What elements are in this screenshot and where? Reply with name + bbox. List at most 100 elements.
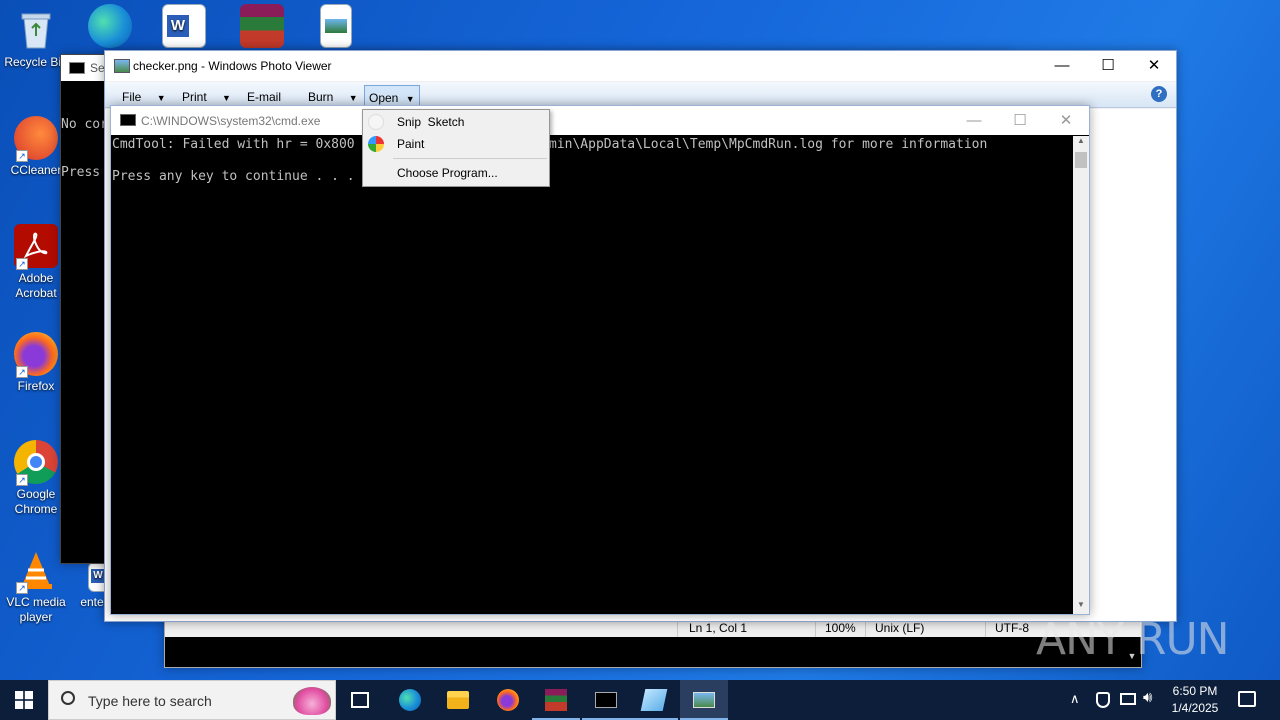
minimize-button[interactable]: — (951, 106, 997, 135)
maximize-button[interactable]: ☐ (997, 106, 1043, 135)
console-line: Press (61, 165, 101, 180)
console-line: Press any key to continue . . . (112, 169, 355, 184)
menu-email[interactable]: E-mail (247, 90, 281, 104)
shortcut-arrow-icon: ↗ (16, 258, 28, 270)
search-icon (61, 691, 75, 705)
clock-date: 1/4/2025 (1171, 701, 1219, 715)
watermark-text: ANY RUN (1036, 614, 1230, 665)
chevron-down-icon: ▼ (348, 93, 358, 103)
select-console-output: No cor Press (61, 85, 108, 213)
search-input[interactable]: Type here to search (88, 693, 212, 709)
desktop-icon-word[interactable]: W (152, 4, 216, 51)
shortcut-arrow-icon: ↗ (16, 150, 28, 162)
firefox-icon: ↗ (14, 332, 58, 378)
desktop-icon-edge[interactable] (78, 4, 142, 51)
task-view-icon (351, 692, 369, 708)
menu-burn[interactable]: Burn ▼ (308, 90, 358, 104)
photo-viewer-icon (693, 692, 715, 708)
console-line: min\AppData\Local\Temp\MpCmdRun.log for … (549, 137, 988, 152)
close-button[interactable]: ✕ (1131, 51, 1177, 81)
chevron-down-icon: ▼ (405, 94, 415, 104)
folder-icon (447, 691, 469, 709)
taskbar-notepad[interactable] (630, 680, 678, 720)
console-line: CmdTool: Failed with hr = 0x800 (112, 137, 355, 152)
console-icon (595, 692, 617, 708)
desktop-icon-label: CCleaner (10, 163, 62, 177)
desktop-icon-label: Google Chrome (14, 487, 58, 516)
scroll-up-arrow-icon[interactable]: ▲ (1073, 136, 1089, 150)
console-line: No cor (61, 117, 108, 132)
cmd-title: C:\WINDOWS\system32\cmd.exe (141, 114, 321, 128)
taskbar: Type here to search ∧ 🔊︎ 6:50 PM 1/4/202… (0, 680, 1280, 720)
image-file-icon (320, 4, 352, 48)
taskbar-cmd[interactable] (582, 680, 630, 720)
network-icon[interactable] (1120, 693, 1136, 705)
notification-icon[interactable] (1238, 691, 1256, 707)
clock-time: 6:50 PM (1172, 684, 1218, 698)
help-icon[interactable]: ? (1151, 86, 1167, 102)
photo-viewer-app-icon (114, 59, 130, 73)
desktop-icon-label: Adobe Acrobat (15, 271, 57, 300)
lotus-search-highlight-icon (293, 687, 331, 715)
taskbar-photo-viewer[interactable] (680, 680, 728, 720)
desktop-icon-label: Recycle Bin (4, 55, 68, 69)
status-line-ending: Unix (LF) (875, 621, 925, 635)
menu-file[interactable]: File ▼ (122, 90, 166, 104)
chevron-down-icon: ▼ (222, 93, 231, 103)
menu-separator (393, 158, 547, 159)
defender-tray-icon[interactable] (1096, 692, 1110, 708)
notepad-icon (640, 689, 668, 711)
winrar-icon (240, 4, 284, 48)
desktop-icon-label: ente (80, 595, 104, 609)
taskbar-search-box[interactable]: Type here to search (48, 680, 336, 720)
cmd-app-icon (120, 114, 136, 126)
close-button[interactable]: ✕ (1043, 106, 1089, 135)
firefox-icon (497, 689, 519, 711)
menu-open[interactable]: Open ▼ (364, 85, 420, 106)
start-button[interactable] (0, 680, 48, 720)
menu-print[interactable]: Print ▼ (182, 90, 231, 104)
taskbar-edge[interactable] (386, 680, 434, 720)
ccleaner-icon: ↗ (14, 116, 58, 162)
cmd-window[interactable]: C:\WINDOWS\system32\cmd.exe — ☐ ✕ CmdToo… (110, 105, 1090, 615)
edge-icon (399, 689, 421, 711)
minimize-button[interactable]: — (1039, 51, 1085, 81)
chrome-icon: ↗ (14, 440, 58, 486)
status-zoom: 100% (825, 621, 856, 635)
photo-viewer-titlebar[interactable]: checker.png - Windows Photo Viewer — ☐ ✕ (105, 51, 1176, 81)
word-doc-icon: W (162, 4, 206, 48)
scrollbar-thumb[interactable] (1075, 152, 1087, 168)
menu-item-paint[interactable]: Paint (363, 133, 549, 155)
taskbar-firefox[interactable] (484, 680, 532, 720)
maximize-button[interactable]: ☐ (1085, 51, 1131, 81)
shortcut-arrow-icon: ↗ (16, 366, 28, 378)
recycle-bin-icon (14, 8, 58, 52)
task-view-button[interactable] (336, 680, 384, 720)
paint-icon (368, 136, 384, 152)
desktop-icon-label: Firefox (17, 379, 55, 393)
open-dropdown-menu: Snip Sketch Paint Choose Program... (362, 109, 550, 187)
chevron-up-icon[interactable]: ∧ (1070, 691, 1080, 707)
desktop-icon-label: VLC media player (6, 595, 66, 624)
taskbar-file-explorer[interactable] (434, 680, 482, 720)
volume-icon[interactable]: 🔊︎ (1143, 689, 1152, 706)
cmd-titlebar[interactable]: C:\WINDOWS\system32\cmd.exe — ☐ ✕ (111, 106, 1089, 135)
edge-icon (88, 4, 132, 48)
menu-item-choose-program[interactable]: Choose Program... (363, 162, 549, 184)
snip-sketch-icon (368, 114, 384, 130)
vlc-icon: ↗ (14, 548, 58, 594)
status-encoding: UTF-8 (995, 621, 1029, 635)
shortcut-arrow-icon: ↗ (16, 582, 28, 594)
desktop-icon-winrar[interactable] (230, 4, 294, 51)
winrar-icon (545, 689, 567, 711)
menu-item-snip-sketch[interactable]: Snip Sketch (363, 111, 549, 133)
cmd-scrollbar[interactable]: ▲ ▼ (1073, 136, 1089, 614)
desktop-icon-image-file[interactable] (304, 4, 368, 51)
cmd-output: CmdTool: Failed with hr = 0x800 min\AppD… (112, 137, 1072, 613)
taskbar-winrar[interactable] (532, 680, 580, 720)
console-app-icon (69, 62, 85, 74)
acrobat-icon: ↗ (14, 224, 58, 270)
status-position: Ln 1, Col 1 (689, 621, 748, 635)
taskbar-clock[interactable]: 6:50 PM 1/4/2025 (1162, 683, 1228, 717)
anyrun-watermark: ANY RUN (1036, 610, 1276, 670)
